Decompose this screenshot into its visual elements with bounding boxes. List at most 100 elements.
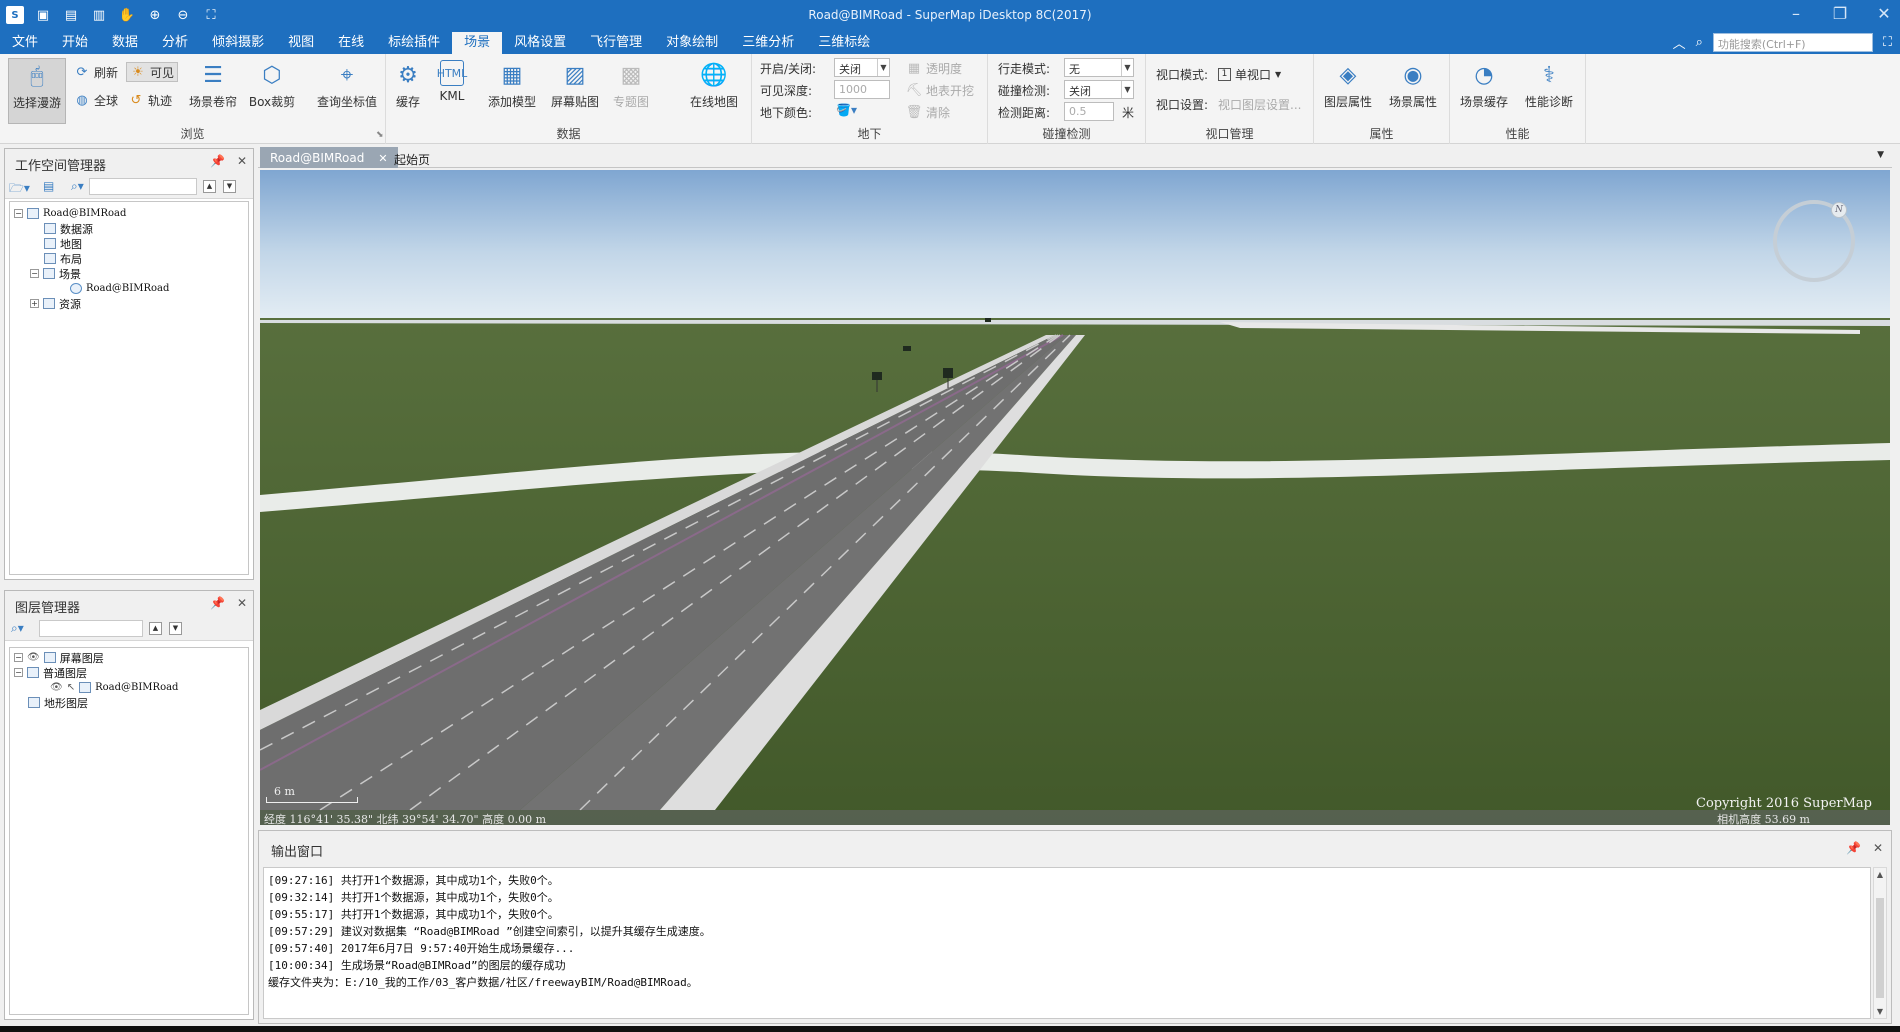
tab-start-page[interactable]: 起始页: [384, 147, 440, 168]
clear-button[interactable]: 🗑 清除: [906, 102, 950, 122]
viewport-layer-setting-button[interactable]: 视口图层设置...: [1218, 96, 1301, 113]
tree-node-normal-layers[interactable]: − 普通图层: [14, 665, 87, 680]
select-arrow-icon[interactable]: ↖: [67, 682, 75, 693]
output-window: 输出窗口 📌 ✕ [09:27:16] 共打开1个数据源，其中成功1个，失败0个…: [258, 830, 1892, 1024]
menu-tab[interactable]: 风格设置: [502, 32, 578, 54]
refresh-button[interactable]: ⟳ 刷新: [74, 62, 118, 82]
pin-icon[interactable]: 📌: [210, 154, 225, 168]
scene-viewport[interactable]: N 6 m Copyright 2016 SuperMap 经度 116°41'…: [260, 170, 1890, 825]
query-coords-button[interactable]: ⌖ 查询坐标值: [312, 58, 382, 124]
box-clip-button[interactable]: ⬡ Box裁剪: [246, 58, 298, 124]
fullscreen-icon[interactable]: ⛶: [1883, 35, 1892, 50]
scene-cache-button[interactable]: ◔ 场景缓存: [1454, 58, 1514, 124]
tab-label: 起始页: [394, 153, 431, 167]
walk-mode-select[interactable]: 无 ▼: [1064, 58, 1134, 77]
menu-tab[interactable]: 标绘插件: [376, 32, 452, 54]
tree-node-terrain-layers[interactable]: 地形图层: [28, 695, 88, 710]
scene-properties-button[interactable]: ◉ 场景属性: [1382, 58, 1444, 124]
menu-tab[interactable]: 对象绘制: [654, 32, 730, 54]
save-workspace-icon[interactable]: ▤: [43, 179, 54, 193]
collapse-toggle-icon[interactable]: −: [14, 668, 23, 677]
open-workspace-icon[interactable]: 🗁▾: [9, 179, 30, 200]
menu-tab[interactable]: 数据: [100, 32, 150, 54]
thematic-button[interactable]: ▩ 专题图: [608, 58, 654, 124]
layer-search-input[interactable]: [39, 620, 143, 637]
select-roam-button[interactable]: 🖱 选择漫游: [8, 58, 66, 124]
down-arrow-icon[interactable]: ▼: [169, 622, 182, 635]
screen-texture-button[interactable]: ▨ 屏幕贴图: [546, 58, 604, 124]
eye-icon[interactable]: 👁: [50, 682, 63, 693]
layer-properties-button[interactable]: ◈ 图层属性: [1318, 58, 1378, 124]
collision-check-select[interactable]: 关闭 ▼: [1064, 80, 1134, 99]
group-launcher-icon[interactable]: ⬊: [376, 130, 384, 140]
up-arrow-icon[interactable]: ▲: [203, 180, 216, 193]
underground-toggle-select[interactable]: 关闭 ▼: [834, 58, 890, 77]
full-extent-button[interactable]: ◍ 全球: [74, 90, 118, 110]
collapse-toggle-icon[interactable]: −: [14, 653, 23, 662]
menu-tab[interactable]: 三维标绘: [806, 32, 882, 54]
menu-tab[interactable]: 三维分析: [730, 32, 806, 54]
collapse-toggle-icon[interactable]: −: [14, 209, 23, 218]
pin-icon[interactable]: 📌: [1846, 841, 1861, 855]
paint-bucket-icon[interactable]: 🪣▾: [836, 103, 857, 117]
tree-node-layouts[interactable]: 布局: [44, 251, 82, 266]
transparency-button[interactable]: ▦ 透明度: [906, 58, 962, 78]
minimize-icon[interactable]: –: [1788, 4, 1804, 23]
tree-node-scene-road[interactable]: Road@BIMRoad: [70, 281, 169, 296]
online-map-button[interactable]: 🌐 在线地图: [684, 58, 744, 124]
tree-node-scenes[interactable]: − 场景: [30, 266, 81, 281]
close-icon[interactable]: ✕: [237, 154, 247, 168]
collapse-ribbon-icon[interactable]: ︿: [1673, 33, 1686, 52]
restore-icon[interactable]: ❐: [1832, 4, 1848, 23]
visible-depth-input[interactable]: 1000: [834, 80, 890, 99]
menu-tab[interactable]: 飞行管理: [578, 32, 654, 54]
tree-node-maps[interactable]: 地图: [44, 236, 82, 251]
visible-toggle[interactable]: ☀ 可见: [126, 62, 179, 82]
close-icon[interactable]: ✕: [1873, 841, 1883, 855]
scroll-thumb[interactable]: [1876, 898, 1884, 998]
tree-node-datasources[interactable]: 数据源: [44, 221, 93, 236]
scene-shutter-button[interactable]: ☰ 场景卷帘: [184, 58, 242, 124]
kml-button[interactable]: HTML KML: [432, 58, 472, 124]
menu-tab[interactable]: 视图: [276, 32, 326, 54]
menu-tab[interactable]: 分析: [150, 32, 200, 54]
up-arrow-icon[interactable]: ▲: [149, 622, 162, 635]
function-search-input[interactable]: 功能搜索(Ctrl+F): [1712, 33, 1873, 52]
tree-node-layer-road[interactable]: 👁 ↖ Road@BIMRoad: [50, 680, 178, 695]
compass-navigator[interactable]: N: [1773, 200, 1855, 282]
performance-diagnose-button[interactable]: ⚕ 性能诊断: [1518, 58, 1580, 124]
add-model-button[interactable]: ▦ 添加模型: [482, 58, 542, 124]
close-icon[interactable]: ✕: [237, 596, 247, 610]
scroll-down-icon[interactable]: ▼: [1874, 1007, 1886, 1016]
collapse-toggle-icon[interactable]: −: [30, 269, 39, 278]
surface-dig-button[interactable]: ⛏ 地表开挖: [906, 80, 974, 100]
tree-node-resources[interactable]: + 资源: [30, 296, 81, 311]
track-button[interactable]: ↺ 轨迹: [128, 90, 172, 110]
menu-tab[interactable]: 开始: [50, 32, 100, 54]
output-scrollbar[interactable]: ▲ ▼: [1873, 867, 1887, 1019]
layer-manager-panel: 图层管理器 📌 ✕ ⌕▾ ▲ ▼ − 👁 屏幕图层 − 普通图层 👁 ↖ Roa…: [4, 590, 254, 1020]
expand-toggle-icon[interactable]: +: [30, 299, 39, 308]
cache-button[interactable]: ⚙ 缓存: [388, 58, 428, 124]
scroll-up-icon[interactable]: ▲: [1874, 870, 1886, 879]
tree-node-screen-layers[interactable]: − 👁 屏幕图层: [14, 650, 104, 665]
workspace-search-input[interactable]: [89, 178, 197, 195]
transparency-label: 透明度: [926, 61, 963, 76]
search-icon[interactable]: ⌕▾: [11, 621, 24, 636]
menu-tab[interactable]: 在线: [326, 32, 376, 54]
pin-icon[interactable]: 📌: [210, 596, 225, 610]
down-arrow-icon[interactable]: ▼: [223, 180, 236, 193]
viewport-mode-dropdown[interactable]: 1 单视口 ▼: [1218, 64, 1281, 84]
close-icon[interactable]: ✕: [1876, 4, 1892, 23]
output-line: [09:32:14] 共打开1个数据源，其中成功1个，失败0个。: [268, 891, 559, 904]
search-icon[interactable]: ⌕▾: [71, 179, 84, 194]
tab-road-scene[interactable]: Road@BIMRoad ✕: [260, 147, 398, 168]
menu-tab[interactable]: 倾斜摄影: [200, 32, 276, 54]
eye-icon[interactable]: 👁: [27, 652, 40, 663]
menu-tab[interactable]: 场景: [452, 32, 503, 54]
detect-distance-input[interactable]: 0.5: [1064, 102, 1114, 121]
output-log[interactable]: [09:27:16] 共打开1个数据源，其中成功1个，失败0个。 [09:32:1…: [263, 867, 1871, 1019]
tabs-dropdown-icon[interactable]: ▼: [1877, 150, 1884, 160]
menu-tab-file[interactable]: 文件: [0, 32, 50, 54]
tree-node-workspace[interactable]: − Road@BIMRoad: [14, 206, 126, 221]
